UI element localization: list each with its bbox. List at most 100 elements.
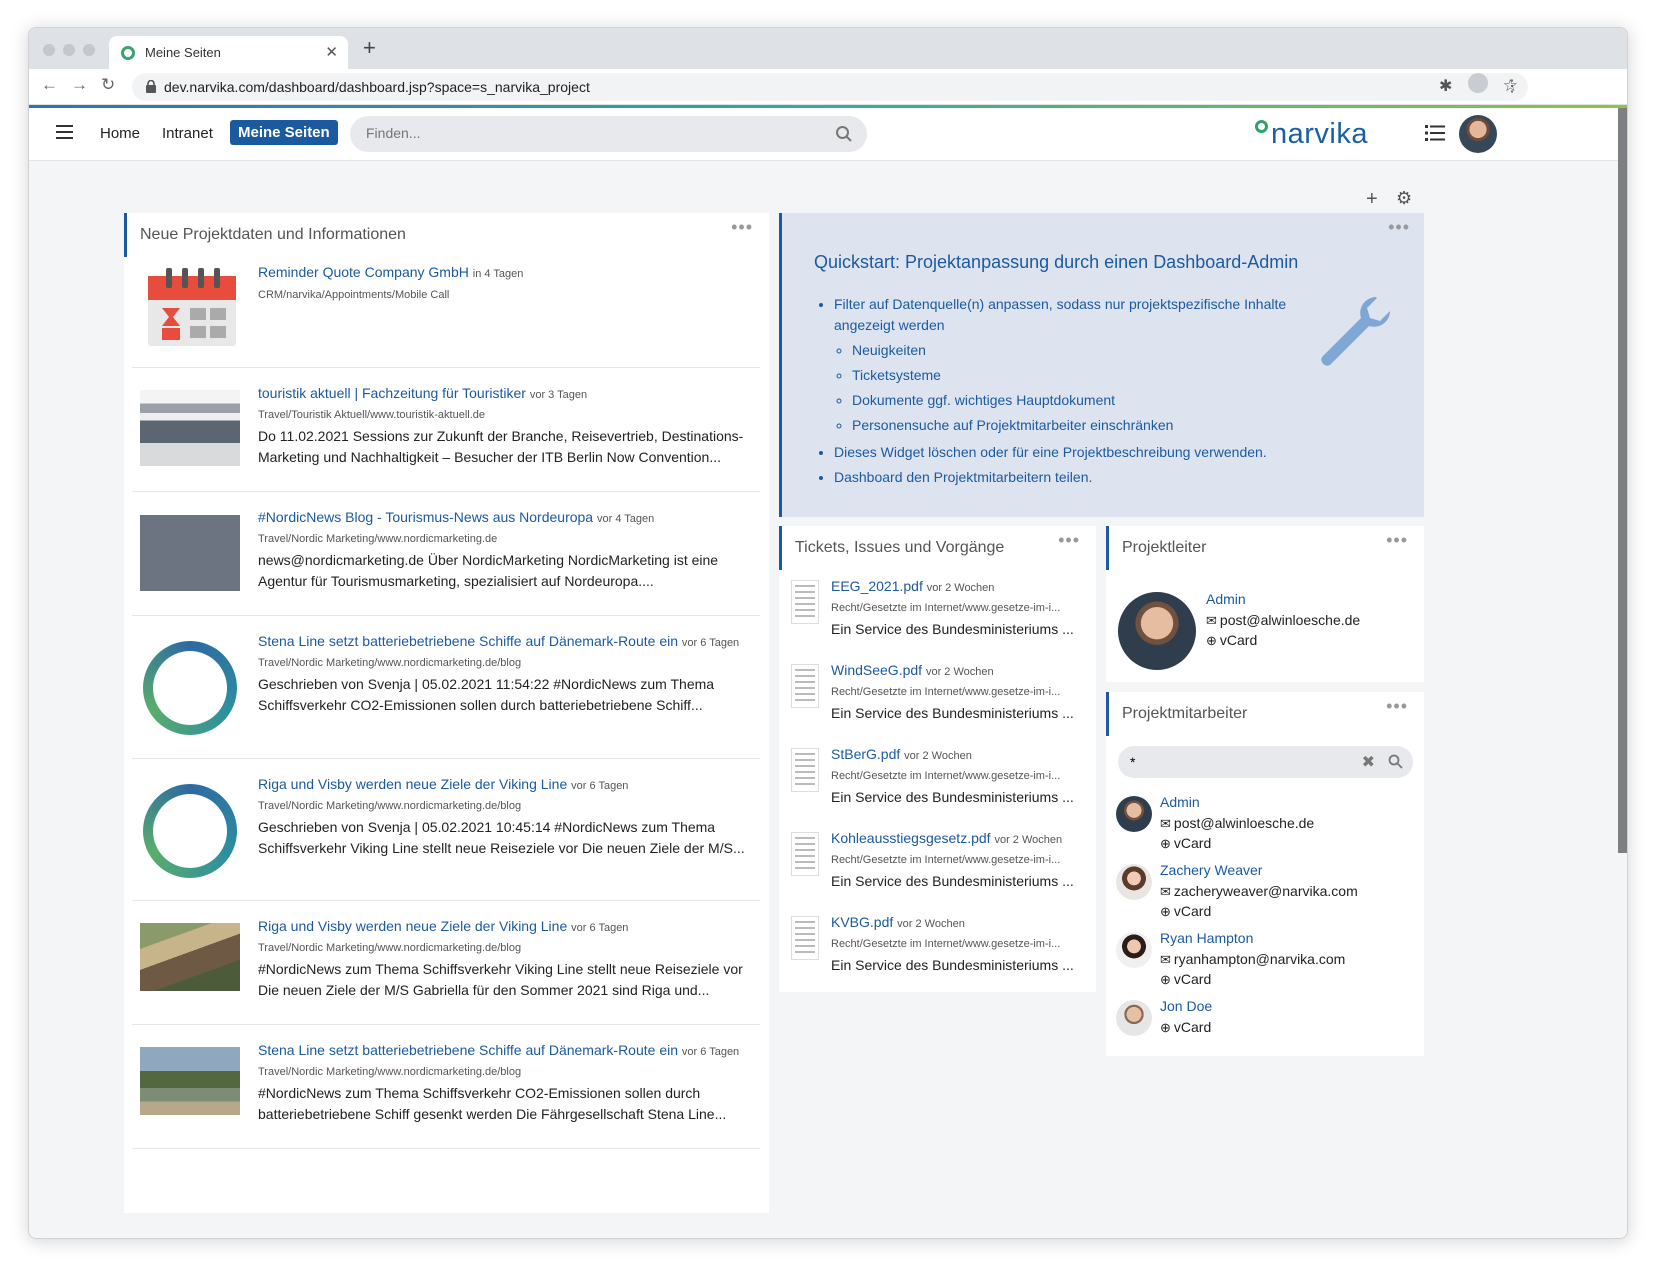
news-item-ago: vor 6 Tagen	[571, 922, 629, 934]
ticket-ago: vor 2 Wochen	[926, 582, 995, 594]
member-email[interactable]: ✉ zacheryweaver@narvika.com	[1160, 883, 1358, 900]
tickets-panel-menu-icon[interactable]: •••	[1058, 530, 1080, 551]
member-email[interactable]: ✉ post@alwinloesche.de	[1160, 815, 1314, 832]
lead-email[interactable]: ✉ post@alwinloesche.de	[1206, 612, 1360, 629]
close-tab-icon[interactable]: ✕	[325, 43, 338, 61]
browser-menu-icon[interactable]: ⋮	[1504, 76, 1520, 96]
ticket-name[interactable]: KVBG.pdf vor 2 Wochen	[831, 914, 965, 930]
search-icon[interactable]	[835, 125, 853, 143]
news-item[interactable]: Stena Line setzt batteriebetriebene Schi…	[132, 1025, 760, 1149]
nav-intranet[interactable]: Intranet	[162, 125, 213, 142]
hamburger-menu-icon[interactable]	[56, 125, 73, 139]
list-view-icon[interactable]	[1425, 124, 1445, 142]
quickstart-subitem: Personensuche auf Projektmitarbeiter ein…	[852, 415, 1314, 436]
news-item-title[interactable]: Reminder Quote Company GmbH in 4 Tagen	[258, 264, 523, 280]
team-search-input[interactable]	[1130, 754, 1350, 770]
lead-vcard[interactable]: ⊕ vCard	[1206, 632, 1257, 649]
news-item-ago: vor 4 Tagen	[597, 513, 655, 525]
news-item-title[interactable]: Stena Line setzt batteriebetriebene Schi…	[258, 1042, 739, 1058]
project-lead-menu-icon[interactable]: •••	[1386, 530, 1408, 551]
search-input[interactable]	[366, 125, 786, 141]
member-name[interactable]: Ryan Hampton	[1160, 930, 1253, 946]
member-name[interactable]: Zachery Weaver	[1160, 862, 1262, 878]
news-item-text: #NordicNews zum Thema Schiffsverkehr Vik…	[258, 961, 743, 998]
ticket-name[interactable]: StBerG.pdf vor 2 Wochen	[831, 746, 972, 762]
settings-gear-icon[interactable]: ⚙	[1396, 188, 1412, 209]
add-widget-icon[interactable]: +	[1366, 188, 1378, 211]
download-icon: ⊕	[1160, 972, 1171, 987]
quickstart-sublist: Neuigkeiten Ticketsysteme Dokumente ggf.…	[852, 340, 1314, 436]
ticket-path: Recht/Gesetzte im Internet/www.gesetze-i…	[831, 686, 1061, 698]
ticket-name[interactable]: EEG_2021.pdf vor 2 Wochen	[831, 578, 994, 594]
new-tab-icon[interactable]: +	[363, 36, 376, 60]
forward-icon[interactable]: →	[71, 75, 88, 95]
download-icon: ⊕	[1160, 1020, 1171, 1035]
news-panel: Neue Projektdaten und Informationen ••• …	[124, 213, 769, 1213]
team-search: ✖	[1118, 746, 1413, 778]
ticket-ago: vor 2 Wochen	[904, 750, 972, 762]
member-email[interactable]: ✉ ryanhampton@narvika.com	[1160, 951, 1345, 968]
panel-accent	[779, 526, 782, 570]
news-item-title[interactable]: Riga und Visby werden neue Ziele der Vik…	[258, 776, 628, 792]
member-vcard[interactable]: ⊕ vCard	[1160, 903, 1211, 920]
member-vcard[interactable]: ⊕ vCard	[1160, 835, 1211, 852]
project-team-menu-icon[interactable]: •••	[1386, 696, 1408, 717]
member-avatar[interactable]	[1116, 864, 1152, 900]
news-item-path: Travel/Nordic Marketing/www.nordicmarket…	[258, 800, 522, 812]
ticket-path: Recht/Gesetzte im Internet/www.gesetze-i…	[831, 938, 1061, 950]
lead-avatar[interactable]	[1118, 592, 1196, 670]
member-name[interactable]: Admin	[1160, 794, 1200, 810]
news-panel-menu-icon[interactable]: •••	[731, 217, 753, 238]
nav-meine-seiten[interactable]: Meine Seiten	[230, 120, 338, 145]
address-bar[interactable]: dev.narvika.com/dashboard/dashboard.jsp?…	[132, 73, 1528, 101]
ticket-name[interactable]: WindSeeG.pdf vor 2 Wochen	[831, 662, 994, 678]
document-icon	[791, 748, 819, 792]
member-avatar[interactable]	[1116, 1000, 1152, 1036]
news-item[interactable]: Stena Line setzt batteriebetriebene Schi…	[132, 616, 760, 759]
news-item-title[interactable]: #NordicNews Blog - Tourismus-News aus No…	[258, 509, 654, 525]
news-thumbnail	[140, 923, 240, 991]
member-name[interactable]: Jon Doe	[1160, 998, 1212, 1014]
quickstart-menu-icon[interactable]: •••	[1388, 217, 1410, 238]
search-icon[interactable]	[1388, 754, 1403, 769]
quickstart-panel: ••• Quickstart: Projektanpassung durch e…	[779, 213, 1424, 517]
news-thumbnail	[140, 1047, 240, 1115]
user-avatar[interactable]	[1459, 115, 1497, 153]
narvika-logo[interactable]: narvika	[1255, 118, 1368, 151]
reload-icon[interactable]: ↻	[101, 75, 115, 95]
member-vcard[interactable]: ⊕ vCard	[1160, 1019, 1211, 1036]
ticket-ago: vor 2 Wochen	[925, 666, 994, 678]
news-item-path: Travel/Nordic Marketing/www.nordicmarket…	[258, 533, 498, 545]
project-lead-panel: Projektleiter ••• Admin ✉ post@alwinloesc…	[1106, 526, 1424, 682]
news-item[interactable]: touristik aktuell | Fachzeitung für Tour…	[132, 368, 760, 492]
ticket-name[interactable]: Kohleausstiegsgesetz.pdf vor 2 Wochen	[831, 830, 1062, 846]
window-controls[interactable]	[43, 44, 95, 56]
tickets-panel-title: Tickets, Issues und Vorgänge	[795, 539, 1005, 556]
quickstart-item: Filter auf Datenquelle(n) anpassen, soda…	[834, 294, 1314, 436]
news-item-title[interactable]: Riga und Visby werden neue Ziele der Vik…	[258, 918, 628, 934]
nav-home[interactable]: Home	[100, 125, 140, 142]
tab-title: Meine Seiten	[145, 45, 221, 60]
news-item-title[interactable]: Stena Line setzt batteriebetriebene Schi…	[258, 633, 739, 649]
member-vcard[interactable]: ⊕ vCard	[1160, 971, 1211, 988]
extensions-icon[interactable]: ✱	[1439, 76, 1452, 96]
global-search	[350, 116, 867, 152]
member-avatar[interactable]	[1116, 932, 1152, 968]
back-icon[interactable]: ←	[41, 75, 58, 95]
profile-icon[interactable]	[1468, 73, 1488, 93]
quickstart-subitem: Ticketsysteme	[852, 365, 1314, 386]
news-item[interactable]: Riga und Visby werden neue Ziele der Vik…	[132, 759, 760, 901]
quickstart-subitem: Dokumente ggf. wichtiges Hauptdokument	[852, 390, 1314, 411]
logo-ring-icon	[1255, 120, 1268, 133]
member-avatar[interactable]	[1116, 796, 1152, 832]
news-item-title[interactable]: touristik aktuell | Fachzeitung für Tour…	[258, 385, 587, 401]
lead-name[interactable]: Admin	[1206, 591, 1246, 607]
browser-tab[interactable]: Meine Seiten ✕	[109, 36, 348, 69]
clear-search-icon[interactable]: ✖	[1362, 752, 1375, 772]
favicon-icon	[121, 46, 135, 60]
news-item[interactable]: #NordicNews Blog - Tourismus-News aus No…	[132, 492, 760, 616]
download-icon: ⊕	[1160, 836, 1171, 851]
news-item[interactable]: Riga und Visby werden neue Ziele der Vik…	[132, 901, 760, 1025]
news-item[interactable]: Reminder Quote Company GmbH in 4 Tagen C…	[132, 257, 760, 368]
lock-icon	[146, 80, 156, 93]
